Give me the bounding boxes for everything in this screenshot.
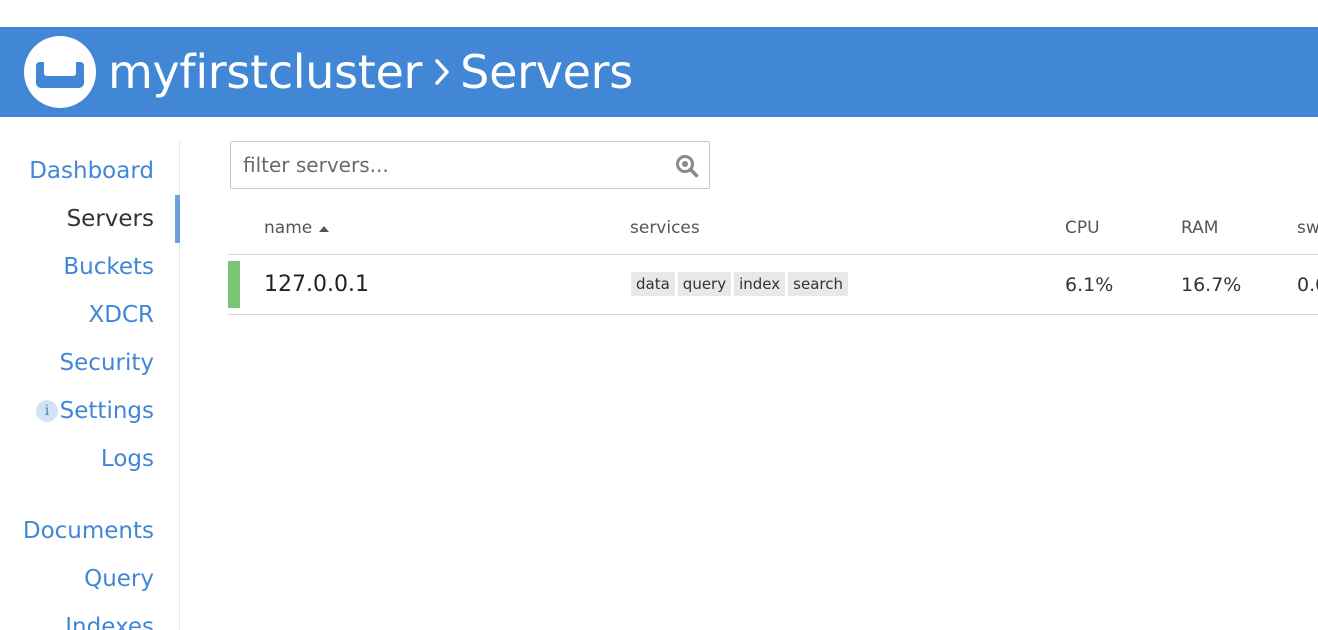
sidebar-item-logs[interactable]: Logs: [101, 435, 154, 483]
table-divider: [228, 254, 1318, 255]
sidebar-item-dashboard[interactable]: Dashboard: [29, 147, 154, 195]
info-icon[interactable]: i: [36, 400, 58, 422]
sidebar-item-documents[interactable]: Documents: [23, 507, 154, 555]
column-header-ram[interactable]: RAM: [1181, 213, 1218, 243]
sidebar-item-settings[interactable]: Settings: [60, 387, 154, 435]
server-cpu: 6.1%: [1065, 274, 1114, 296]
couchbase-logo-icon[interactable]: [24, 36, 96, 108]
server-status-indicator: [228, 261, 240, 308]
app-header: myfirstcluster Servers: [0, 27, 1318, 117]
filter-box: [230, 141, 710, 189]
service-tag: search: [788, 272, 848, 296]
server-swap: 0.0: [1297, 274, 1318, 296]
server-name[interactable]: 127.0.0.1: [264, 268, 369, 302]
services-list: data query index search: [631, 272, 848, 296]
column-header-name[interactable]: name: [264, 213, 330, 243]
search-icon[interactable]: [675, 154, 699, 178]
column-header-cpu[interactable]: CPU: [1065, 213, 1100, 243]
column-header-swap[interactable]: sw: [1297, 213, 1318, 243]
sidebar-item-servers[interactable]: Servers: [67, 195, 154, 243]
sidebar-item-query[interactable]: Query: [84, 555, 154, 603]
active-nav-indicator: [175, 195, 180, 243]
sidebar-nav: Dashboard Servers Buckets XDCR Security …: [0, 141, 180, 630]
service-tag: index: [734, 272, 786, 296]
filter-servers-input[interactable]: [231, 142, 661, 188]
chevron-right-icon: [434, 58, 450, 86]
service-tag: data: [631, 272, 675, 296]
page-title: Servers: [460, 45, 633, 99]
column-header-services[interactable]: services: [630, 213, 700, 243]
breadcrumb: myfirstcluster Servers: [108, 42, 633, 102]
service-tag: query: [677, 272, 732, 296]
sidebar-item-buckets[interactable]: Buckets: [63, 243, 154, 291]
sidebar-item-security[interactable]: Security: [60, 339, 154, 387]
column-header-name-label: name: [264, 218, 313, 238]
sort-ascending-icon: [318, 213, 330, 243]
table-row-divider: [228, 314, 1318, 315]
sidebar-item-xdcr[interactable]: XDCR: [88, 291, 154, 339]
server-ram: 16.7%: [1181, 274, 1242, 296]
sidebar-item-indexes[interactable]: Indexes: [65, 603, 154, 630]
breadcrumb-cluster-name[interactable]: myfirstcluster: [108, 45, 422, 99]
